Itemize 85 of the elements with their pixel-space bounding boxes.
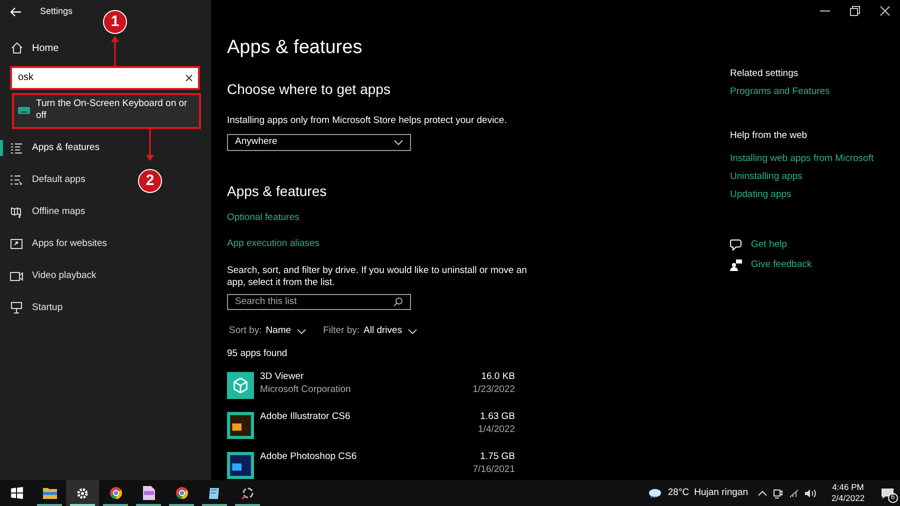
list-icon [10, 142, 23, 154]
keyboard-icon [18, 107, 30, 114]
video-camera-icon [10, 272, 23, 280]
clear-icon[interactable] [185, 74, 193, 82]
page-title: Apps & features [227, 36, 364, 60]
clock-time[interactable]: 4:46 PM [832, 482, 864, 493]
message-icon [880, 488, 894, 498]
sidebar-item[interactable]: Apps for websites [32, 236, 107, 252]
app-list-item[interactable]: Adobe Illustrator CS6 1.63 GB 1/4/2022 [227, 410, 547, 440]
app-name: 3D Viewer [260, 370, 305, 383]
notepad-icon [208, 486, 221, 500]
magnifier-icon [241, 486, 254, 500]
arrow [111, 36, 119, 66]
app-name: Adobe Photoshop CS6 [260, 450, 358, 463]
app-list-item[interactable]: Adobe Photoshop CS6 1.75 GB 7/16/2021 [227, 450, 547, 480]
app-date: 1/4/2022 [478, 423, 515, 436]
sidebar-item[interactable]: Video playback [32, 268, 96, 284]
search-field[interactable]: osk [12, 67, 199, 88]
link[interactable]: App execution aliases [227, 236, 320, 251]
speaker-icon[interactable] [805, 488, 816, 498]
link[interactable]: Give feedback [751, 258, 812, 271]
browser-icon [174, 486, 188, 500]
document-icon [142, 486, 154, 500]
app-date: 1/23/2022 [472, 383, 515, 396]
close-icon[interactable] [880, 6, 890, 16]
clock-date[interactable]: 2/4/2022 [831, 493, 865, 504]
browser-icon [108, 486, 122, 500]
windows-logo-icon [10, 487, 22, 499]
description-text: Search, sort, and filter by drive. If you would like to uninstall or move an app, select it from the list. [227, 264, 527, 289]
app-size: 1.75 GB [480, 450, 515, 463]
arrow [146, 129, 154, 161]
monitor-icon [10, 302, 23, 314]
gear-icon [76, 486, 89, 500]
sidebar-item[interactable]: Apps & features [32, 140, 100, 156]
description-text: Installing apps only from Microsoft Store helps protect your device. [227, 114, 508, 128]
sidebar-item[interactable]: Startup [32, 300, 63, 316]
temperature: 28°C [668, 486, 690, 500]
section-heading: Help from the web [730, 129, 808, 142]
cube-icon [227, 372, 254, 399]
window-title: Settings [40, 5, 73, 18]
app-date: 7/16/2021 [472, 463, 515, 476]
app-name: Adobe Illustrator CS6 [260, 410, 352, 423]
photoshop-icon [227, 452, 254, 479]
illustrator-icon [227, 412, 254, 439]
app-list-item[interactable]: 3D Viewer Microsoft Corporation 16.0 KB 1/23/2022 [227, 370, 547, 400]
chat-bubble-icon [730, 238, 742, 250]
sidebar-item[interactable]: Default apps [32, 172, 86, 188]
link[interactable]: Programs and Features [730, 85, 830, 98]
search-suggestion[interactable]: Turn the On-Screen Keyboard on or off [12, 94, 199, 128]
search-field[interactable]: Search this list [227, 294, 411, 310]
home-icon [11, 42, 23, 54]
sidebar-item[interactable]: Offline maps [32, 204, 86, 220]
person-feedback-icon [730, 258, 742, 270]
search-icon [393, 296, 403, 307]
network-icon[interactable] [789, 488, 799, 498]
source-dropdown[interactable]: Anywhere [227, 134, 411, 151]
chevron-up-icon[interactable] [758, 490, 767, 496]
app-size: 1.63 GB [480, 410, 515, 423]
camera-icon[interactable] [773, 488, 783, 498]
chevron-down-icon [408, 328, 418, 334]
link[interactable]: Get help [751, 238, 787, 251]
window-icon [10, 239, 23, 249]
home-link[interactable]: Home [32, 40, 59, 56]
sort-dropdown[interactable]: Sort by: Name [229, 324, 306, 338]
section-heading: Related settings [730, 67, 800, 80]
link[interactable]: Installing web apps from Microsoft [730, 152, 874, 165]
link[interactable]: Updating apps [730, 188, 792, 201]
taskbar-button[interactable] [66, 480, 99, 506]
app-size: 16.0 KB [481, 370, 515, 383]
weather-condition: Hujan ringan [694, 486, 748, 500]
chevron-down-icon [394, 140, 403, 145]
app-publisher: Microsoft Corporation [260, 383, 352, 396]
chevron-down-icon [297, 328, 306, 334]
map-icon [10, 206, 23, 218]
result-count: 95 apps found [227, 347, 288, 361]
folder-icon [42, 487, 56, 499]
list-icon [10, 175, 23, 185]
section-heading: Apps & features [227, 182, 328, 201]
restore-icon[interactable] [850, 6, 860, 16]
filter-dropdown[interactable]: Filter by: All drives [323, 324, 418, 338]
back-icon[interactable] [10, 7, 22, 17]
link[interactable]: Optional features [227, 210, 300, 225]
weather-icon [648, 488, 662, 498]
section-heading: Choose where to get apps [227, 80, 392, 99]
link[interactable]: Uninstalling apps [730, 170, 802, 183]
